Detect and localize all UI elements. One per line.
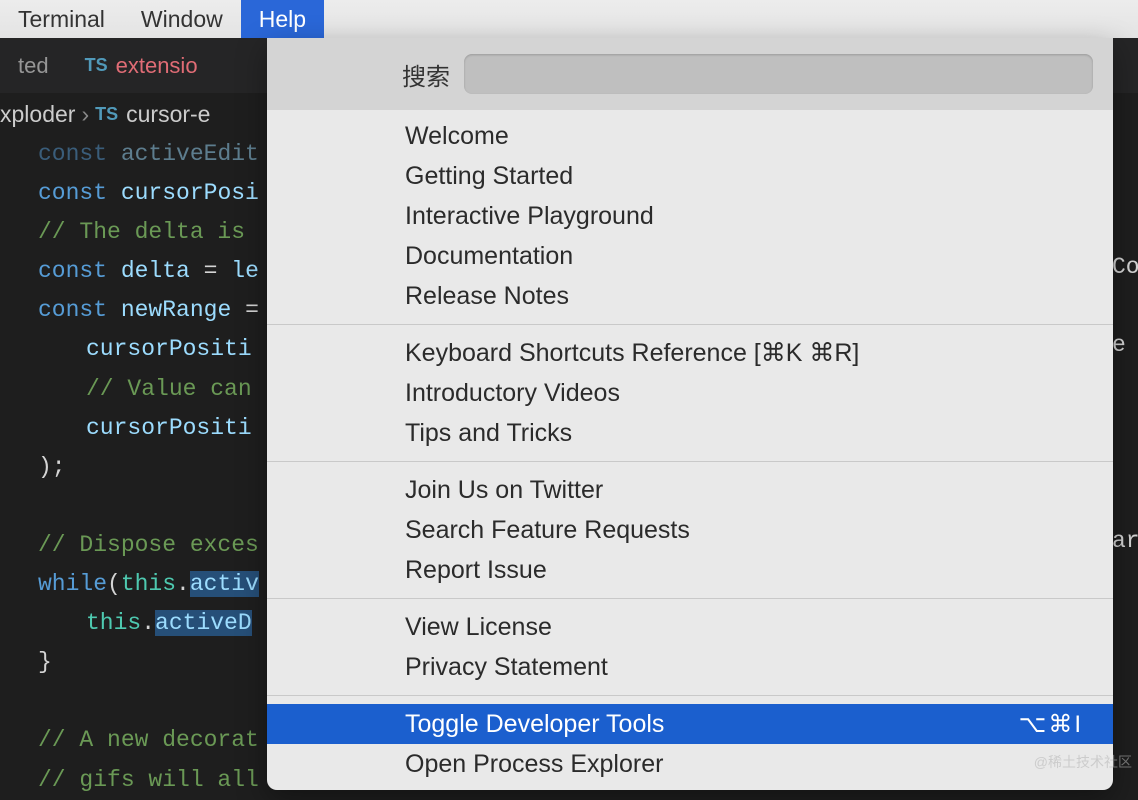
- menu-item-toggle-developer-tools[interactable]: Toggle Developer Tools ⌥⌘I: [267, 704, 1113, 744]
- search-label: 搜索: [402, 57, 450, 92]
- menu-item-welcome[interactable]: Welcome: [267, 116, 1113, 156]
- menu-item-tips-and-tricks[interactable]: Tips and Tricks: [267, 413, 1113, 453]
- menubar-item-help[interactable]: Help: [241, 0, 324, 38]
- menu-item-search-feature-requests[interactable]: Search Feature Requests: [267, 510, 1113, 550]
- menu-item-keyboard-shortcuts[interactable]: Keyboard Shortcuts Reference [⌘K ⌘R]: [267, 333, 1113, 373]
- menubar: Terminal Window Help: [0, 0, 1138, 38]
- tab-filename: ted: [18, 53, 49, 79]
- menubar-item-window[interactable]: Window: [123, 0, 241, 38]
- keyboard-shortcut: ⌥⌘I: [1019, 710, 1083, 739]
- menu-item-open-process-explorer[interactable]: Open Process Explorer: [267, 744, 1113, 784]
- menu-separator: [267, 598, 1113, 599]
- code-peek-right: Co e ar: [1112, 131, 1138, 631]
- menu-item-release-notes[interactable]: Release Notes: [267, 276, 1113, 316]
- editor-tab[interactable]: TS extensio: [67, 38, 216, 93]
- menu-item-documentation[interactable]: Documentation: [267, 236, 1113, 276]
- menu-item-twitter[interactable]: Join Us on Twitter: [267, 470, 1113, 510]
- menu-item-interactive-playground[interactable]: Interactive Playground: [267, 196, 1113, 236]
- menu-separator: [267, 324, 1113, 325]
- search-input[interactable]: [464, 54, 1093, 94]
- menu-item-introductory-videos[interactable]: Introductory Videos: [267, 373, 1113, 413]
- menu-item-getting-started[interactable]: Getting Started: [267, 156, 1113, 196]
- typescript-icon: TS: [85, 55, 108, 76]
- editor-tab[interactable]: ted: [0, 38, 67, 93]
- help-menu: 搜索 Welcome Getting Started Interactive P…: [267, 38, 1113, 790]
- menubar-item-terminal[interactable]: Terminal: [0, 0, 123, 38]
- menu-item-privacy-statement[interactable]: Privacy Statement: [267, 647, 1113, 687]
- menu-separator: [267, 695, 1113, 696]
- chevron-right-icon: ›: [81, 101, 89, 128]
- menu-search-row: 搜索: [267, 38, 1113, 110]
- menu-separator: [267, 461, 1113, 462]
- menu-item-view-license[interactable]: View License: [267, 607, 1113, 647]
- menu-item-report-issue[interactable]: Report Issue: [267, 550, 1113, 590]
- breadcrumb-segment[interactable]: cursor-e: [126, 101, 210, 128]
- tab-filename: extensio: [116, 53, 198, 79]
- typescript-icon: TS: [95, 104, 118, 125]
- breadcrumb-segment[interactable]: xploder: [0, 101, 75, 128]
